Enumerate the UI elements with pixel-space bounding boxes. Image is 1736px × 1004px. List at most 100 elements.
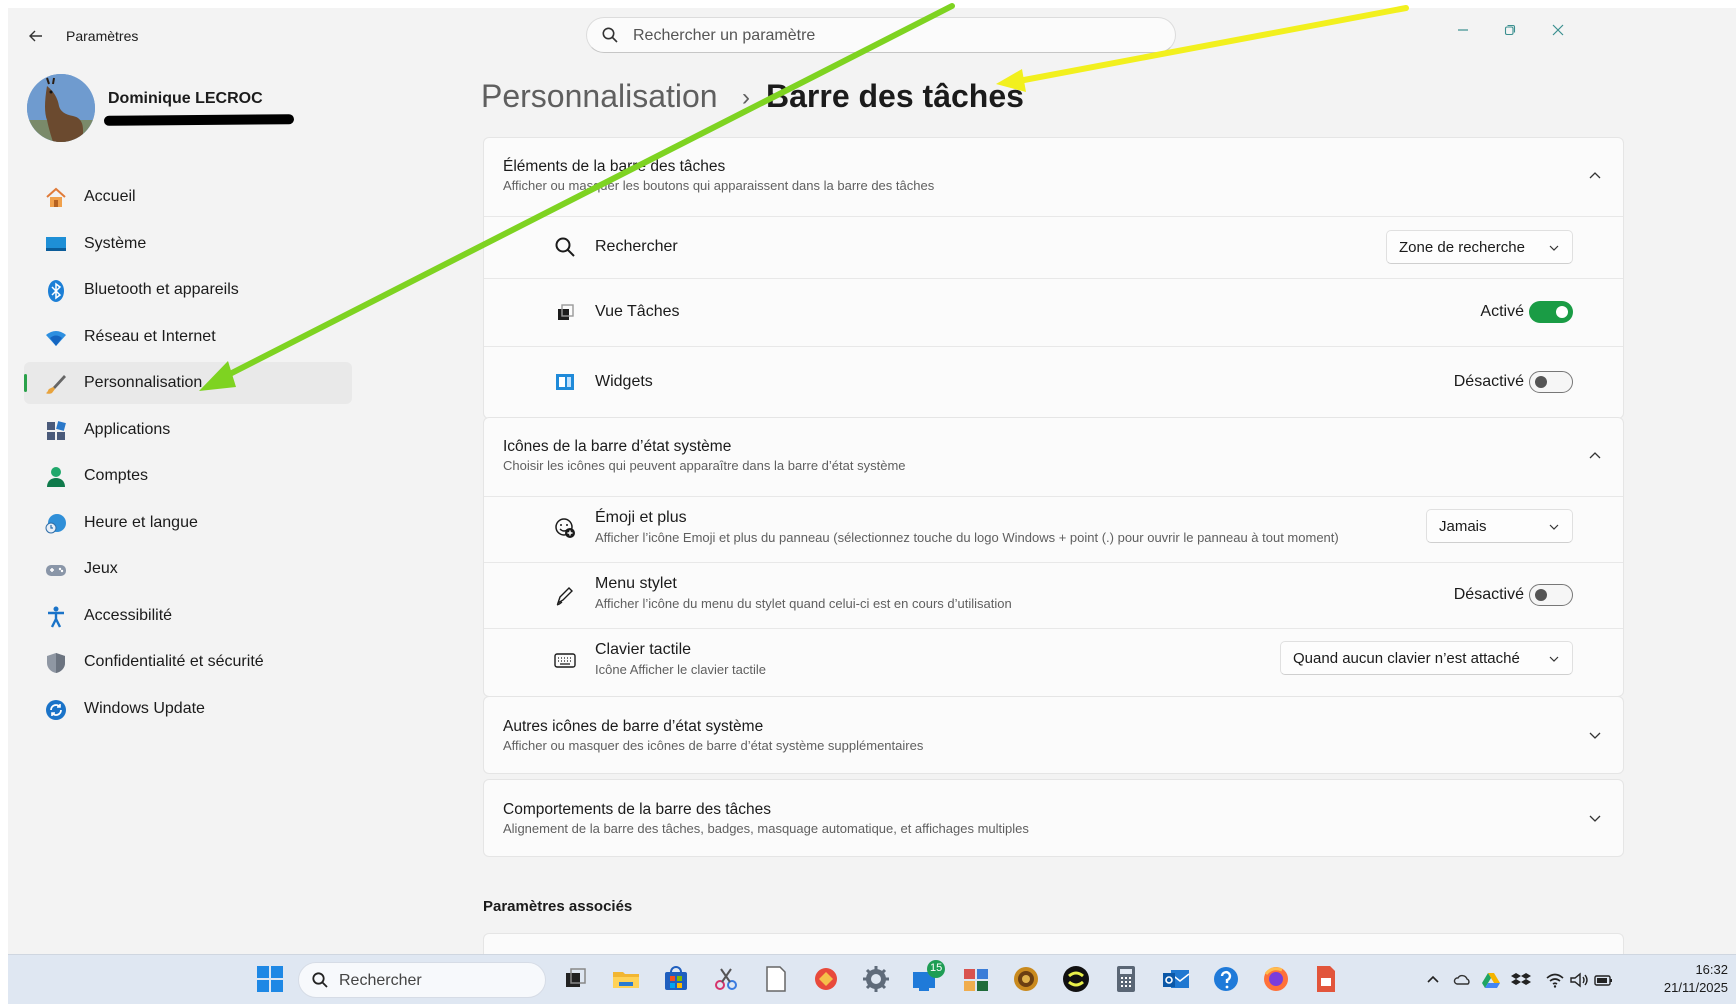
settings-window: Paramètres Dominique LECROC xyxy=(8,8,1736,973)
sidebar-item-systeme[interactable]: Système xyxy=(24,223,352,265)
sidebar-nav: Accueil Système Bluetooth et appareils R… xyxy=(24,176,352,734)
sidebar-item-label: Réseau et Internet xyxy=(84,327,216,345)
user-name: Dominique LECROC xyxy=(108,90,263,107)
battery-icon[interactable] xyxy=(1593,970,1613,990)
sidebar-item-personnalisation[interactable]: Personnalisation xyxy=(24,362,352,404)
chevron-down-icon xyxy=(1589,732,1601,739)
sidebar-item-label: Accueil xyxy=(84,188,136,205)
sidebar-item-label: Comptes xyxy=(84,467,149,484)
taskbar-items-header[interactable]: Éléments de la barre des tâches Afficher… xyxy=(484,138,1623,216)
sidebar-item-heure[interactable]: Heure et langue xyxy=(24,502,352,544)
help-icon[interactable] xyxy=(1211,964,1241,994)
presentation-icon[interactable] xyxy=(1311,964,1341,994)
windows-start-icon[interactable] xyxy=(255,964,285,994)
chevron-up-icon[interactable] xyxy=(1423,970,1443,990)
toggle-state-label: Désactivé xyxy=(1453,586,1524,603)
sidebar-item-bluetooth[interactable]: Bluetooth et appareils xyxy=(24,269,352,311)
taskbar-search[interactable]: Rechercher xyxy=(298,962,546,998)
section-subtitle: Alignement de la barre des tâches, badge… xyxy=(503,821,1029,836)
sidebar-item-label: Jeux xyxy=(84,560,118,577)
task-view-icon[interactable] xyxy=(561,964,591,994)
dropdown-value: Jamais xyxy=(1439,518,1487,535)
search-row: Rechercher Zone de recherche xyxy=(484,216,1623,279)
chevron-down-icon xyxy=(1549,245,1559,251)
wifi-icon[interactable] xyxy=(1545,970,1565,990)
accessibility-icon xyxy=(48,606,64,628)
search-icon xyxy=(555,237,575,257)
monitor-icon xyxy=(46,236,66,251)
clock-date: 21/11/2025 xyxy=(1663,980,1728,995)
game-icon[interactable] xyxy=(1011,964,1041,994)
sidebar-item-accessibilite[interactable]: Accessibilité xyxy=(24,595,352,637)
gamepad-icon xyxy=(46,565,66,576)
back-button[interactable] xyxy=(24,24,48,48)
row-description: Icône Afficher le clavier tactile xyxy=(595,662,767,677)
google-drive-icon[interactable] xyxy=(1481,970,1501,990)
sidebar-item-jeux[interactable]: Jeux xyxy=(24,548,352,590)
restore-button[interactable] xyxy=(1492,18,1528,46)
store-icon[interactable] xyxy=(661,964,691,994)
touch-keyboard-dropdown[interactable]: Quand aucun clavier n’est attaché xyxy=(1280,641,1573,675)
dropbox-icon[interactable] xyxy=(1511,970,1531,990)
notepad-icon[interactable] xyxy=(761,964,791,994)
app-icon[interactable] xyxy=(811,964,841,994)
row-label: Widgets xyxy=(595,373,653,390)
widgets-toggle[interactable] xyxy=(1529,371,1573,393)
breadcrumb-parent[interactable]: Personnalisation xyxy=(481,78,718,115)
sidebar-item-confidentialite[interactable]: Confidentialité et sécurité xyxy=(24,641,352,683)
widgets-row: Widgets Désactivé xyxy=(484,346,1623,419)
emoji-dropdown[interactable]: Jamais xyxy=(1426,509,1573,543)
snipping-icon[interactable] xyxy=(711,964,741,994)
sidebar-item-applications[interactable]: Applications xyxy=(24,409,352,451)
sidebar-item-accueil[interactable]: Accueil xyxy=(24,176,352,218)
restore-icon xyxy=(1504,24,1516,36)
toggle-knob xyxy=(1556,306,1568,318)
arrow-left-icon xyxy=(29,30,42,42)
sidebar-item-label: Personnalisation xyxy=(84,374,203,391)
emoji-row: Émoji et plus Afficher l’icône Emoji et … xyxy=(484,496,1623,563)
widgets-icon xyxy=(556,374,574,390)
other-tray-icons-card[interactable]: Autres icônes de barre d’état système Af… xyxy=(483,696,1624,774)
settings-search-box[interactable] xyxy=(586,17,1176,53)
settings-icon[interactable] xyxy=(861,964,891,994)
onedrive-icon[interactable] xyxy=(1453,970,1473,990)
sidebar-item-comptes[interactable]: Comptes xyxy=(24,455,352,497)
system-tray-header[interactable]: Icônes de la barre d’état système Choisi… xyxy=(484,418,1623,496)
chevron-down-icon xyxy=(1549,524,1559,530)
home-icon xyxy=(46,187,66,207)
breadcrumb-separator: › xyxy=(742,84,750,111)
search-mode-dropdown[interactable]: Zone de recherche xyxy=(1386,230,1573,264)
minimize-icon xyxy=(1458,29,1468,31)
system-clock[interactable]: 16:32 21/11/2025 xyxy=(1664,961,1728,997)
news-icon[interactable] xyxy=(961,964,991,994)
section-title: Comportements de la barre des tâches xyxy=(503,801,771,818)
redacted-email xyxy=(103,114,295,126)
wifi-icon xyxy=(46,330,66,346)
outlook-icon[interactable] xyxy=(1161,964,1191,994)
sidebar-item-windows-update[interactable]: Windows Update xyxy=(24,688,352,730)
file-explorer-icon[interactable] xyxy=(611,964,641,994)
badge-count: 15 xyxy=(930,962,943,974)
avatar[interactable] xyxy=(27,74,95,142)
search-icon xyxy=(602,27,618,43)
firefox-icon[interactable] xyxy=(1261,964,1291,994)
volume-icon[interactable] xyxy=(1569,970,1589,990)
task-view-row: Vue Tâches Activé xyxy=(484,278,1623,347)
section-subtitle: Choisir les icônes qui peuvent apparaîtr… xyxy=(503,458,906,473)
logo-icon[interactable] xyxy=(1061,964,1091,994)
minimize-button[interactable] xyxy=(1445,18,1481,46)
emoji-icon xyxy=(555,518,575,538)
row-label: Émoji et plus xyxy=(595,509,687,526)
sidebar-item-reseau[interactable]: Réseau et Internet xyxy=(24,316,352,358)
brush-icon xyxy=(46,375,66,394)
shield-icon xyxy=(47,653,65,673)
taskbar-behaviors-card[interactable]: Comportements de la barre des tâches Ali… xyxy=(483,779,1624,857)
pen-menu-toggle[interactable] xyxy=(1529,584,1573,606)
search-input[interactable] xyxy=(631,25,1155,47)
page-title: Barre des tâches xyxy=(766,78,1024,114)
calculator-icon[interactable] xyxy=(1111,964,1141,994)
task-view-toggle[interactable] xyxy=(1529,301,1573,323)
pen-icon xyxy=(556,587,573,606)
toggle-state-label: Activé xyxy=(1480,303,1524,320)
close-button[interactable] xyxy=(1540,18,1576,46)
